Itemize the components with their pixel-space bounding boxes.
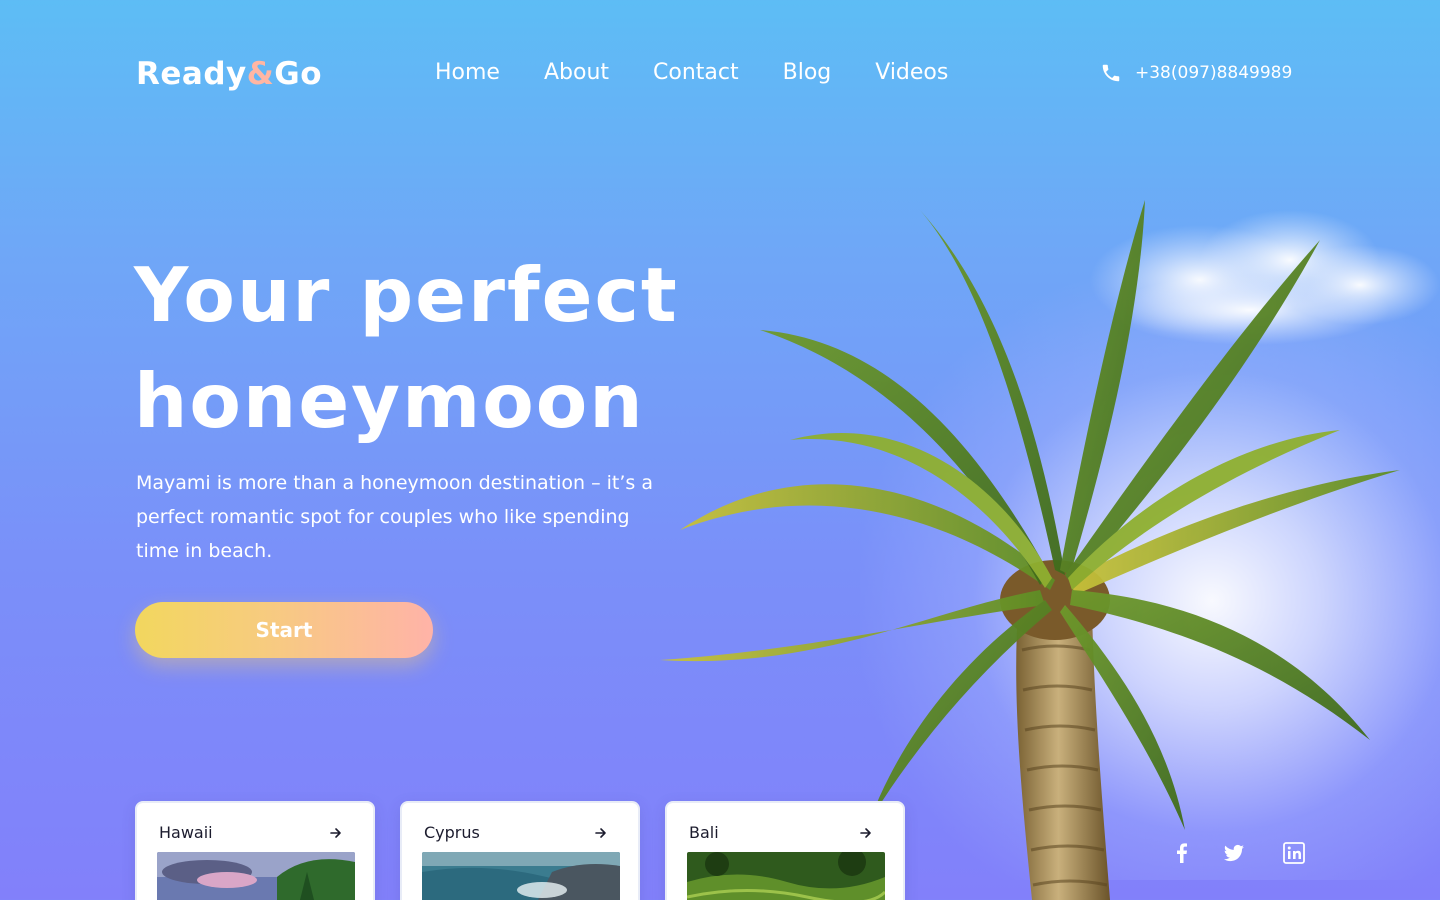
start-button[interactable]: Start: [135, 602, 433, 658]
social-links: [1170, 841, 1306, 865]
hero-title: Your perfect honeymoon: [134, 242, 734, 454]
linkedin-icon: [1283, 842, 1305, 864]
destination-card-cyprus[interactable]: Cyprus: [400, 801, 640, 900]
nav-item-contact[interactable]: Contact: [653, 60, 739, 85]
arrow-right-icon[interactable]: [329, 826, 343, 840]
nav-item-home[interactable]: Home: [435, 60, 500, 85]
brand-name-part2: Go: [274, 56, 323, 92]
hawaii-photo: [157, 852, 355, 900]
bali-photo: [687, 852, 885, 900]
hero-title-line2: honeymoon: [134, 357, 645, 445]
brand-ampersand: &: [246, 56, 275, 92]
destination-card-bali[interactable]: Bali: [665, 801, 905, 900]
linkedin-link[interactable]: [1282, 841, 1306, 865]
brand-logo[interactable]: Ready&Go: [136, 56, 322, 92]
phone-contact[interactable]: +38(097)8849989: [1100, 62, 1292, 84]
facebook-icon: [1177, 843, 1187, 863]
card-title: Hawaii: [159, 823, 213, 842]
nav-item-about[interactable]: About: [544, 60, 609, 85]
cyprus-photo: [422, 852, 620, 900]
arrow-right-icon[interactable]: [859, 826, 873, 840]
card-header: Bali: [687, 823, 883, 842]
arrow-right-icon[interactable]: [594, 826, 608, 840]
twitter-icon: [1224, 844, 1244, 862]
cloud-image: [1090, 210, 1440, 345]
nav-item-blog[interactable]: Blog: [783, 60, 832, 85]
hero-title-line1: Your perfect: [134, 251, 679, 339]
phone-icon: [1102, 64, 1120, 82]
destination-card-hawaii[interactable]: Hawaii: [135, 801, 375, 900]
main-nav: Home About Contact Blog Videos: [435, 60, 992, 85]
card-title: Bali: [689, 823, 719, 842]
destination-cards: Hawaii Cyprus Bali: [135, 801, 930, 900]
phone-number: +38(097)8849989: [1135, 63, 1293, 83]
background-glow: [860, 260, 1440, 880]
card-header: Hawaii: [157, 823, 353, 842]
brand-name-part1: Ready: [136, 56, 247, 92]
hero-description: Mayami is more than a honeymoon destinat…: [136, 472, 653, 562]
card-header: Cyprus: [422, 823, 618, 842]
nav-item-videos[interactable]: Videos: [875, 60, 948, 85]
twitter-link[interactable]: [1222, 841, 1246, 865]
facebook-link[interactable]: [1170, 841, 1194, 865]
palm-tree-image: [660, 200, 1400, 900]
card-title: Cyprus: [424, 823, 480, 842]
